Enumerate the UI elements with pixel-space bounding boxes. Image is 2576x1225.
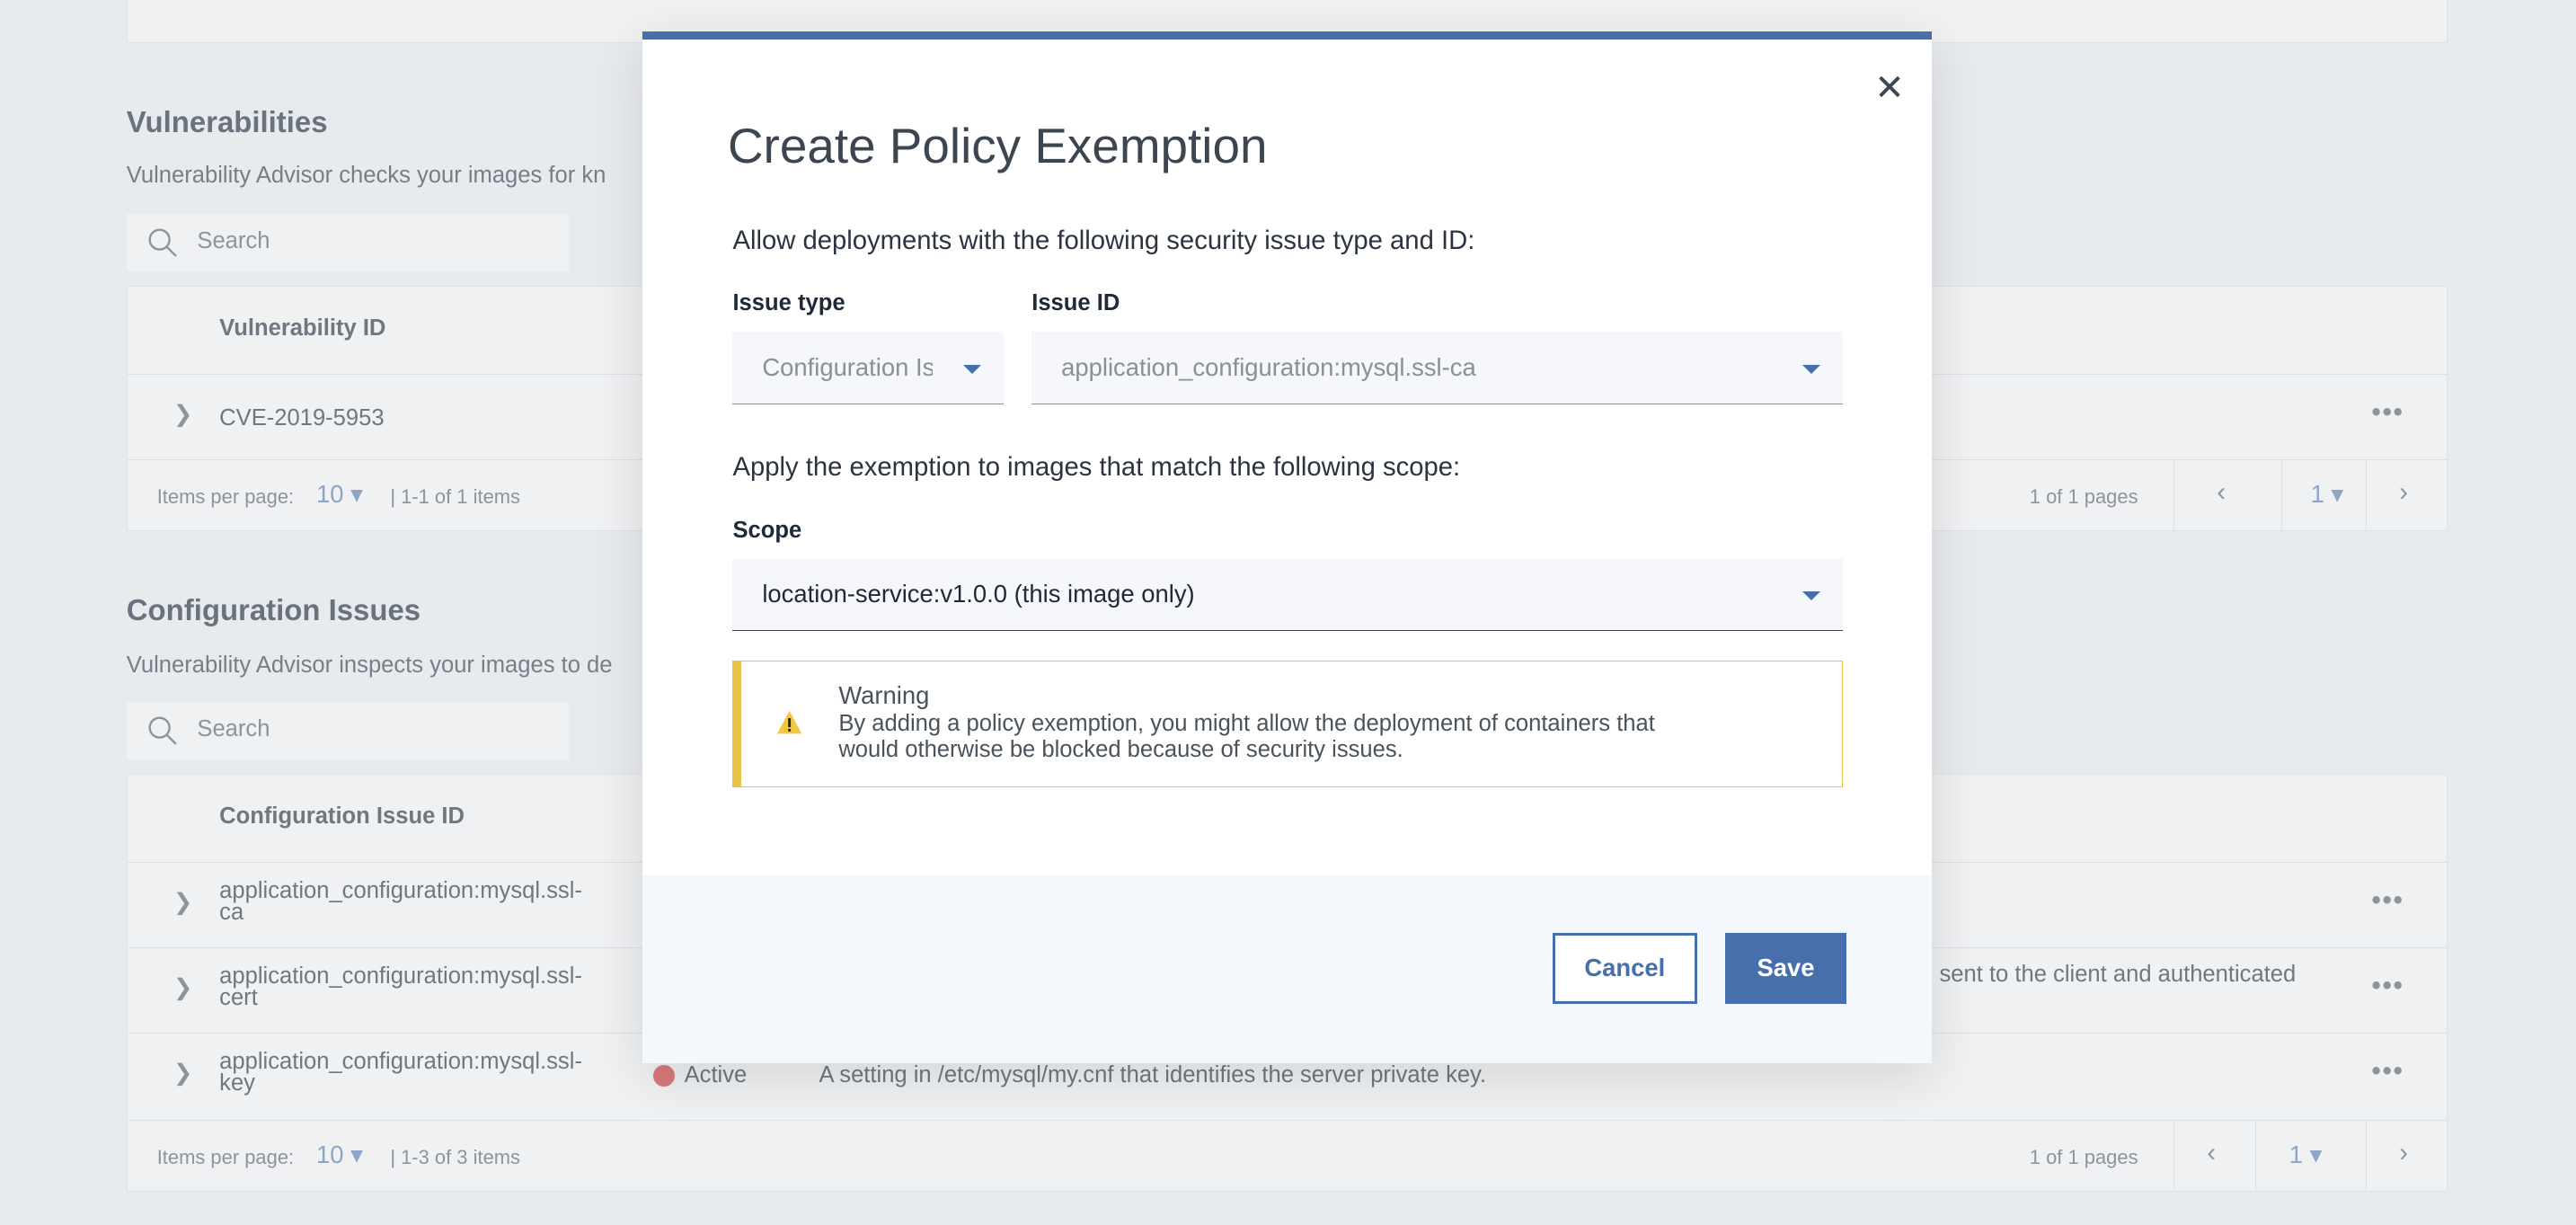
issue-type-select[interactable]: Configuration Issues — [732, 332, 1005, 404]
page-number: 1 — [2310, 480, 2324, 509]
modal-footer: Cancel Save — [642, 875, 1933, 1063]
vulnerabilities-search-input[interactable]: Search — [126, 213, 569, 271]
overflow-menu-icon[interactable]: ••• — [2372, 886, 2404, 916]
items-per-page-label: Items per page: — [156, 1145, 295, 1168]
status-badge: Active — [684, 1061, 748, 1087]
search-placeholder: Search — [197, 716, 270, 742]
pages-text: 1 of 1 pages — [2029, 1145, 2138, 1168]
chevron-right-icon[interactable]: ❯ — [173, 889, 192, 916]
chevron-right-icon[interactable]: ❯ — [173, 401, 192, 428]
cancel-button[interactable]: Cancel — [1552, 933, 1697, 1004]
scope-intro: Apply the exemption to images that match… — [732, 453, 1461, 483]
issue-id: application_configuration:mysql.ssl-key — [219, 1049, 582, 1096]
caret-down-icon — [1801, 591, 1820, 602]
issue-type-value: Configuration Issues — [762, 352, 933, 381]
close-icon[interactable]: ✕ — [1874, 67, 1905, 109]
configuration-issues-heading: Configuration Issues — [126, 593, 421, 627]
vulnerability-id: CVE-2019-5953 — [219, 404, 385, 431]
next-page-button[interactable]: › — [2365, 1121, 2448, 1191]
configuration-issues-search-input[interactable]: Search — [126, 701, 569, 759]
items-per-page-value: 10 — [316, 1141, 344, 1169]
overflow-menu-icon[interactable]: ••• — [2372, 972, 2404, 1001]
issue-id-label: Issue ID — [1031, 290, 1120, 316]
configuration-issues-description: Vulnerability Advisor inspects your imag… — [126, 652, 613, 678]
warning-notification: Warning By adding a policy exemption, yo… — [732, 660, 1844, 787]
issue-id-value: application_configuration:mysql.ssl-ca — [1061, 352, 1476, 381]
page-number: 1 — [2288, 1141, 2304, 1169]
next-page-button[interactable]: › — [2365, 460, 2448, 530]
issue-type-label: Issue type — [732, 290, 845, 316]
items-per-page-label: Items per page: — [156, 484, 295, 508]
search-placeholder: Search — [197, 228, 270, 254]
caret-down-icon — [1801, 364, 1820, 375]
issue-description: A setting in /etc/mysql/my.cnf that iden… — [819, 1061, 1487, 1087]
prev-page-button[interactable]: ‹ — [2173, 460, 2283, 530]
scope-value: location-service:v1.0.0 (this image only… — [762, 580, 1195, 608]
issue-id: application_configuration:mysql.ssl-ca — [219, 878, 582, 925]
items-per-page-select[interactable]: 10 ▾ — [316, 480, 363, 509]
scope-select[interactable]: location-service:v1.0.0 (this image only… — [732, 558, 1844, 631]
range-text: 1-1 of 1 items — [401, 484, 521, 508]
page-select[interactable]: 1 ▾ — [2281, 460, 2366, 530]
overflow-menu-icon[interactable]: ••• — [2372, 1057, 2404, 1087]
save-button[interactable]: Save — [1724, 933, 1847, 1004]
status-dot-icon — [652, 1064, 675, 1087]
warning-icon — [776, 710, 802, 734]
page: Vulnerabilities Vulnerability Advisor ch… — [0, 0, 2576, 1225]
issue-description: sent to the client and authenticated — [1939, 962, 2297, 988]
pagination: Items per page: 10 ▾ | 1-3 of 3 items 1 … — [127, 1120, 2448, 1191]
vulnerabilities-description: Vulnerability Advisor checks your images… — [126, 163, 606, 188]
items-range: | 1-1 of 1 items — [390, 484, 521, 508]
range-text: 1-3 of 3 items — [401, 1145, 521, 1168]
warning-text: By adding a policy exemption, you might … — [838, 710, 1655, 762]
items-range: | 1-3 of 3 items — [390, 1145, 521, 1168]
items-per-page-select[interactable]: 10 ▾ — [316, 1141, 363, 1169]
prev-page-button[interactable]: ‹ — [2173, 1121, 2256, 1191]
modal-title: Create Policy Exemption — [727, 117, 1268, 173]
chevron-right-icon[interactable]: ❯ — [173, 974, 192, 1001]
column-configuration-issue-id[interactable]: Configuration Issue ID — [219, 804, 465, 828]
vulnerabilities-heading: Vulnerabilities — [126, 105, 328, 139]
issue-id: application_configuration:mysql.ssl-cert — [219, 963, 582, 1011]
search-icon — [148, 228, 177, 258]
search-icon — [148, 716, 177, 746]
column-vulnerability-id[interactable]: Vulnerability ID — [219, 316, 385, 340]
page-select[interactable]: 1 ▾ — [2255, 1121, 2367, 1191]
pages-text: 1 of 1 pages — [2029, 484, 2138, 508]
overflow-menu-icon[interactable]: ••• — [2372, 398, 2404, 428]
caret-down-icon — [962, 364, 981, 375]
create-policy-exemption-modal: ✕ Create Policy Exemption Allow deployme… — [642, 31, 1933, 1063]
scope-label: Scope — [732, 517, 802, 543]
warning-title: Warning — [838, 680, 930, 709]
issue-intro: Allow deployments with the following sec… — [732, 226, 1475, 256]
issue-id-select[interactable]: application_configuration:mysql.ssl-ca — [1031, 332, 1844, 404]
items-per-page-value: 10 — [316, 480, 344, 509]
chevron-right-icon[interactable]: ❯ — [173, 1060, 192, 1087]
